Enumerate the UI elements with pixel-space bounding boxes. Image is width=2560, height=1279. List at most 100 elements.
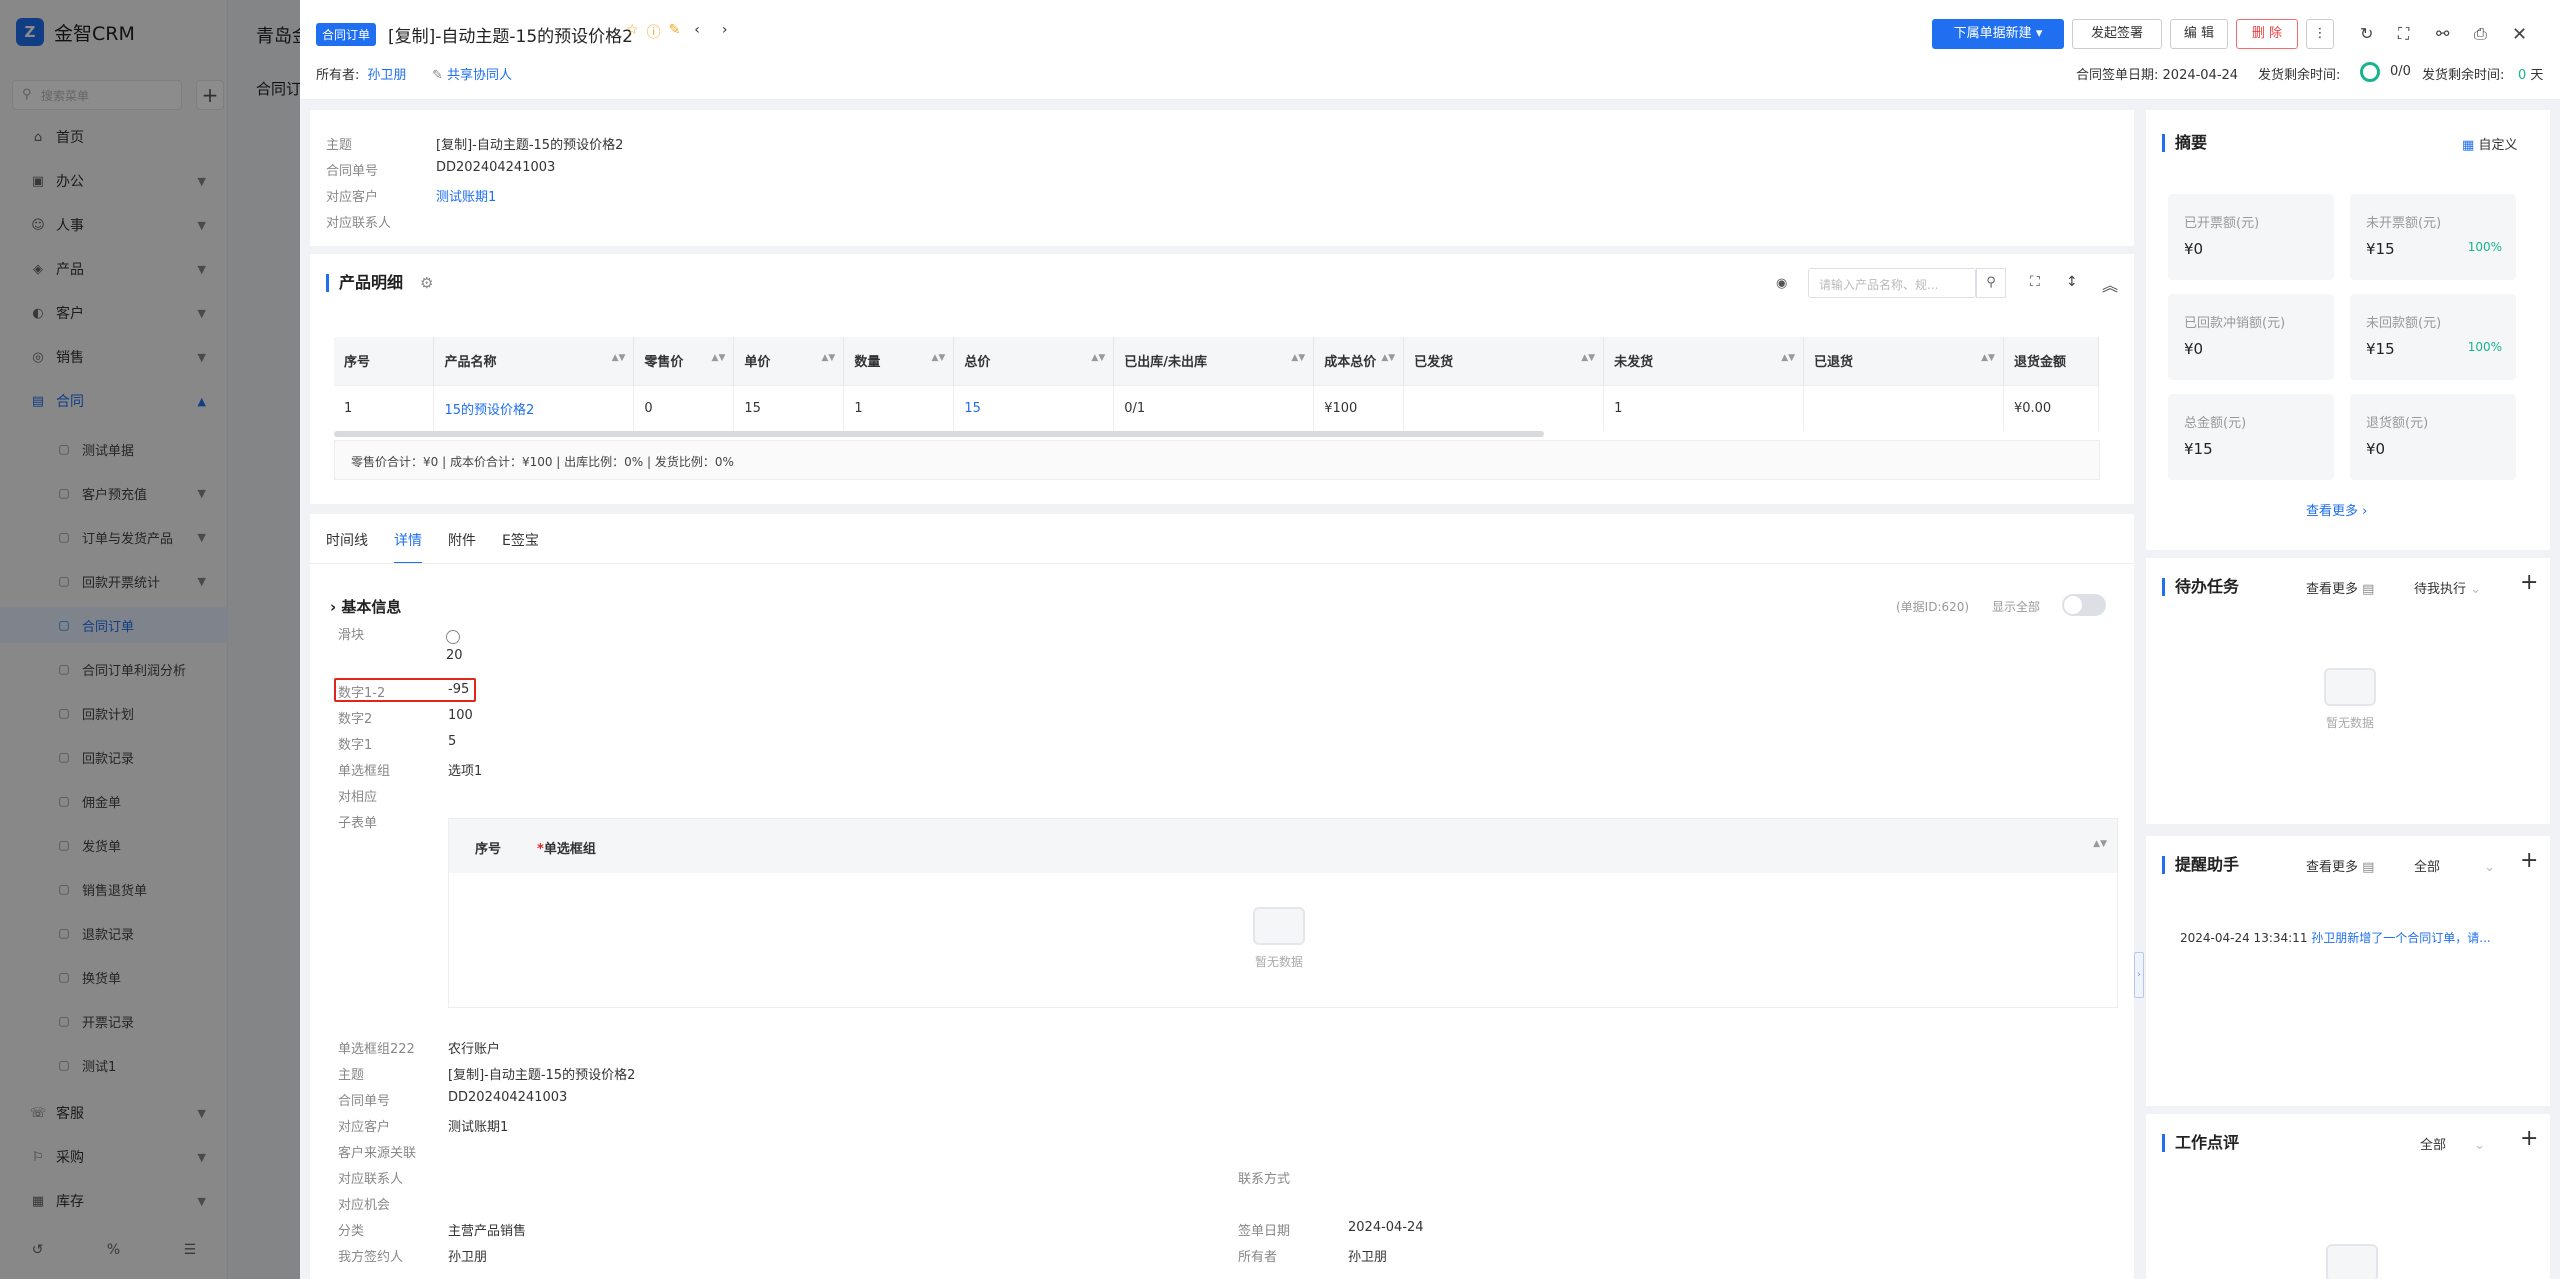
sort-icon[interactable]: ▲▼ bbox=[712, 353, 726, 363]
new-sub-doc-button[interactable]: 下属单据新建 ▾ bbox=[1932, 19, 2064, 49]
products-table: 序号 产品名称 ▲▼ 零售价 ▲▼ 单价 ▲▼ 数量 ▲▼ 总价 ▲▼ 已出库/未出库 ▲▼… bbox=[334, 337, 2100, 431]
sort-icon[interactable]: ▲▼ bbox=[1581, 353, 1595, 363]
field-label: 对应机会 bbox=[338, 1198, 391, 1213]
col-header-label: 序号 bbox=[475, 842, 502, 857]
alert-icon[interactable]: ⓘ bbox=[647, 22, 661, 42]
col-header[interactable]: 产品名称 ▲▼ bbox=[433, 337, 635, 385]
col-header-label: 数量 bbox=[854, 355, 881, 371]
sort-icon[interactable]: ▲▼ bbox=[1381, 353, 1395, 363]
col-header[interactable]: 已出库/未出库 ▲▼ bbox=[1113, 337, 1315, 385]
sort-icon[interactable]: ▲▼ bbox=[931, 353, 945, 363]
tab-timeline[interactable]: 时间线 bbox=[326, 530, 368, 564]
sort-icon[interactable]: ▲▼ bbox=[2093, 839, 2107, 849]
sort-icon[interactable]: ▲▼ bbox=[822, 353, 836, 363]
print-icon[interactable]: ⎙ bbox=[2474, 24, 2487, 44]
sort-icon[interactable]: ▲▼ bbox=[1091, 353, 1105, 363]
field-label: 滑块 bbox=[338, 628, 365, 643]
close-icon[interactable]: ✕ bbox=[2512, 24, 2527, 45]
expand-icon[interactable]: ⛶ bbox=[2030, 274, 2040, 290]
field-value: 100 bbox=[448, 708, 473, 723]
add-review-button[interactable]: + bbox=[2520, 1126, 2538, 1151]
summary-more-link[interactable]: 查看更多 › bbox=[2306, 500, 2367, 519]
col-header[interactable]: 单价 ▲▼ bbox=[733, 337, 845, 385]
product-name-link[interactable]: 15的预设价格2 bbox=[433, 384, 635, 431]
stat-returned: 退货额(元) ¥0 bbox=[2350, 394, 2516, 480]
field-label: 联系方式 bbox=[1238, 1172, 1291, 1187]
field-label: 我方签约人 bbox=[338, 1250, 404, 1265]
search-icon[interactable]: ⚲ bbox=[1976, 268, 2006, 298]
settings-icon[interactable]: ⚙ bbox=[420, 274, 433, 292]
field-label: 数字2 bbox=[338, 712, 373, 727]
sort-icon[interactable]: ▲▼ bbox=[1981, 353, 1995, 363]
reminder-item[interactable]: 2024-04-24 13:34:11 孙卫朋新增了一个合同订单，请... bbox=[2180, 929, 2491, 946]
chevron-right-icon: › bbox=[330, 598, 337, 616]
star-icon[interactable]: ☆ bbox=[626, 22, 639, 42]
stat-percent: 100% bbox=[2467, 340, 2502, 354]
customize-button[interactable]: ▦ 自定义 bbox=[2462, 134, 2517, 153]
summary-title: 摘要 bbox=[2162, 134, 2207, 152]
field-value: -95 bbox=[448, 682, 470, 697]
field-label: 对应联系人 bbox=[326, 216, 392, 231]
todo-filter-select[interactable]: 待我执行 ⌄ bbox=[2414, 578, 2481, 597]
ship-days-unit: 天 bbox=[2530, 68, 2544, 83]
col-header-label: 序号 bbox=[344, 355, 371, 371]
col-header[interactable]: 数量 ▲▼ bbox=[843, 337, 955, 385]
col-header[interactable]: 已发货 ▲▼ bbox=[1403, 337, 1605, 385]
review-filter-select[interactable]: 全部 ⌄ bbox=[2420, 1134, 2485, 1153]
sort-icon[interactable]: ▲▼ bbox=[1291, 353, 1305, 363]
delete-button[interactable]: 删 除 bbox=[2236, 19, 2298, 49]
tab-detail[interactable]: 详情 bbox=[394, 530, 422, 564]
empty-box-icon bbox=[2324, 668, 2376, 706]
field-value: DD202404241003 bbox=[436, 160, 556, 175]
panel-toggle-handle[interactable]: › bbox=[2134, 952, 2144, 998]
slider-handle[interactable] bbox=[446, 630, 460, 644]
section-basic-info[interactable]: › 基本信息 bbox=[330, 596, 401, 617]
sort-icon[interactable]: ▲▼ bbox=[1781, 353, 1795, 363]
reminder-time: 2024-04-24 13:34:11 bbox=[2180, 931, 2308, 945]
customer-link[interactable]: 测试账期1 bbox=[448, 1116, 508, 1135]
stat-value: ¥15 bbox=[2366, 340, 2395, 358]
doc-type-tag: 合同订单 bbox=[316, 23, 377, 46]
link-icon[interactable]: ⚯ bbox=[2436, 24, 2449, 43]
sort-icon[interactable]: ▲▼ bbox=[612, 353, 626, 363]
table-scrollbar[interactable] bbox=[334, 431, 1544, 437]
add-todo-button[interactable]: + bbox=[2520, 570, 2538, 595]
customer-link[interactable]: 测试账期1 bbox=[436, 186, 496, 205]
tab-attachment[interactable]: 附件 bbox=[448, 530, 476, 564]
product-search-input[interactable]: 请输入产品名称、规... bbox=[1808, 268, 1976, 298]
stat-label: 退货额(元) bbox=[2366, 416, 2429, 431]
collapse-up-icon[interactable]: ︽ bbox=[2102, 272, 2118, 296]
col-header[interactable]: 未发货 ▲▼ bbox=[1603, 337, 1805, 385]
ship-days-value: 0 bbox=[2518, 68, 2527, 83]
contract-date-label: 合同签单日期: bbox=[2076, 68, 2159, 83]
start-sign-button[interactable]: 发起签署 bbox=[2072, 19, 2162, 49]
prev-arrow-icon[interactable]: ‹ bbox=[694, 22, 700, 42]
todo-more-link[interactable]: 查看更多 ▤ bbox=[2306, 578, 2374, 597]
reminder-more-link[interactable]: 查看更多 ▤ bbox=[2306, 856, 2374, 875]
table-cell bbox=[1403, 384, 1605, 431]
owner-name[interactable]: 孙卫朋 bbox=[367, 68, 406, 83]
col-header[interactable]: 序号 bbox=[334, 337, 435, 385]
fullscreen-icon[interactable]: ⛶ bbox=[2398, 24, 2409, 44]
next-arrow-icon[interactable]: › bbox=[722, 22, 728, 42]
more-button[interactable]: ⋮ bbox=[2306, 19, 2334, 49]
col-header[interactable]: 零售价 ▲▼ bbox=[633, 337, 735, 385]
share-collab-link[interactable]: ✎ 共享协同人 bbox=[432, 64, 512, 83]
col-header[interactable]: 已退货 ▲▼ bbox=[1803, 337, 2004, 385]
col-header[interactable]: 成本总价 ▲▼ bbox=[1313, 337, 1405, 385]
refresh-icon[interactable]: ↻ bbox=[2360, 24, 2373, 43]
add-reminder-button[interactable]: + bbox=[2520, 848, 2538, 873]
col-header[interactable]: 退货金额 bbox=[2003, 337, 2100, 385]
grid-icon: ▦ bbox=[2462, 138, 2475, 153]
summary-card: 主题 [复制]-自动主题-15的预设价格2 合同单号 DD20240424100… bbox=[310, 110, 2134, 246]
field-label: 客户来源关联 bbox=[338, 1146, 417, 1161]
edit-note-icon[interactable]: ✎ bbox=[669, 22, 681, 42]
tab-esign[interactable]: E签宝 bbox=[502, 530, 539, 564]
reminder-filter-select[interactable]: 全部 ⌄ bbox=[2414, 856, 2495, 875]
row-height-icon[interactable]: ↕ bbox=[2066, 274, 2078, 290]
field-value: 农行账户 bbox=[448, 1042, 501, 1057]
info-icon[interactable]: ◉ bbox=[1776, 276, 1787, 291]
col-header[interactable]: 总价 ▲▼ bbox=[953, 337, 1115, 385]
show-all-toggle[interactable] bbox=[2062, 594, 2106, 616]
edit-button[interactable]: 编 辑 bbox=[2170, 19, 2228, 49]
